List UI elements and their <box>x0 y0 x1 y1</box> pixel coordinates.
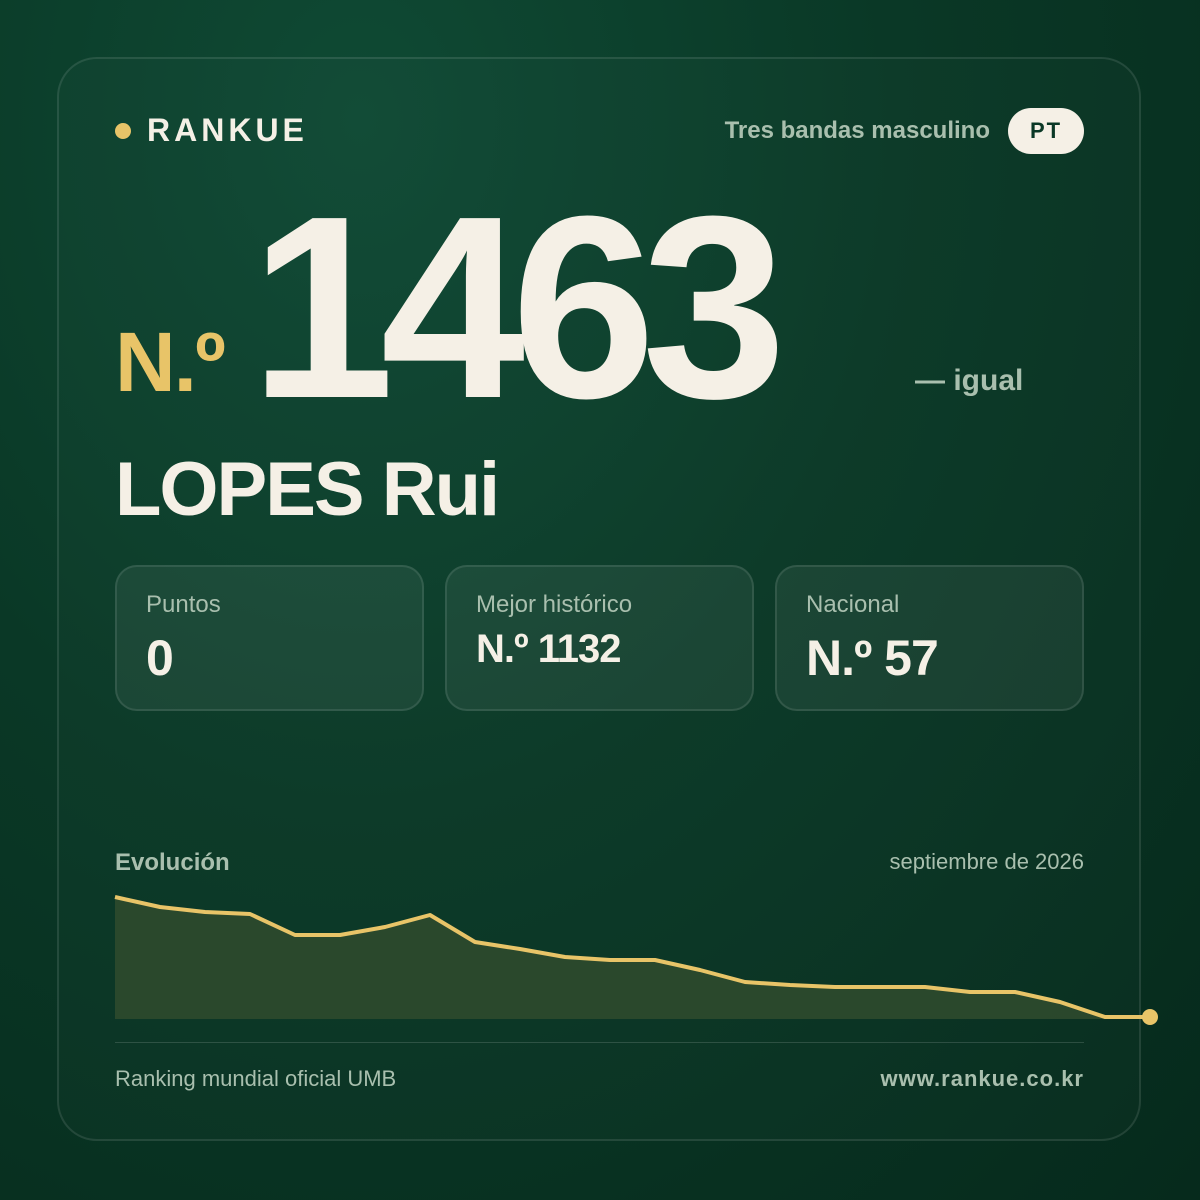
player-name: LOPES Rui <box>115 447 500 532</box>
chart-end-marker <box>1142 1009 1158 1025</box>
stat-value: 0 <box>146 630 174 686</box>
footer-divider <box>115 1042 1084 1043</box>
stat-value: N.º 1132 <box>476 627 621 671</box>
stat-card-best: Mejor histórico N.º 1132 <box>445 565 754 711</box>
stat-label: Mejor histórico <box>476 591 633 618</box>
rank-prefix: N.º <box>115 315 226 409</box>
category-label: Tres bandas masculino <box>724 117 990 144</box>
footer-source: Ranking mundial oficial UMB <box>115 1066 397 1091</box>
brand: RANKUE <box>115 112 308 149</box>
country-badge: PT <box>1008 108 1084 154</box>
rank-number: 1463 <box>250 163 786 453</box>
evolution-chart <box>114 895 1158 1025</box>
brand-name: RANKUE <box>147 112 308 148</box>
chart-title: Evolución <box>115 849 230 876</box>
stat-card-points: Puntos 0 <box>115 565 424 711</box>
category-header: Tres bandas masculino PT <box>725 108 1084 154</box>
brand-dot-icon <box>115 122 131 139</box>
chart-date: septiembre de 2026 <box>889 849 1084 874</box>
stat-label: Puntos <box>146 591 221 618</box>
stat-value: N.º 57 <box>806 630 939 686</box>
stat-label: Nacional <box>806 591 900 618</box>
footer-website: www.rankue.co.kr <box>880 1066 1084 1091</box>
rank-change: — igual <box>915 364 1024 397</box>
stat-card-national: Nacional N.º 57 <box>775 565 1084 711</box>
